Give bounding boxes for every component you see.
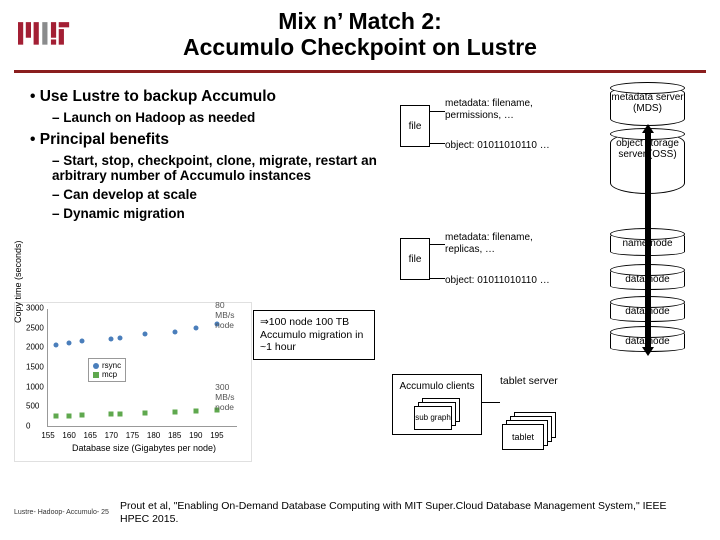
file-box-hadoop: file <box>400 238 430 280</box>
file-box-lustre: file <box>400 105 430 147</box>
tablet-stack: tablet <box>500 412 556 454</box>
lustre-object-label: object: 01011010110 … <box>445 140 585 152</box>
chart-plot-area: rsync mcp 155160165170175180185190195050… <box>47 309 237 427</box>
legend-mcp: mcp <box>102 370 117 379</box>
bullet-2a: Start, stop, checkpoint, clone, migrate,… <box>52 153 380 183</box>
cylinder-mds: metadata server (MDS) <box>610 86 685 126</box>
lustre-metadata-label: metadata: filename, permissions, … <box>445 98 563 122</box>
accumulo-clients-label: Accumulo clients <box>397 381 477 392</box>
conn-line <box>430 143 445 144</box>
accumulo-clients-box: Accumulo clients sub graph <box>392 374 482 435</box>
tablet-card: tablet <box>502 424 544 450</box>
chart-ylabel: Copy time (seconds) <box>13 240 23 323</box>
footer-slide-id: Lustre- Hadoop- Accumulo- 25 <box>14 509 109 516</box>
chart-xlabel: Database size (Gigabytes per node) <box>39 443 249 453</box>
bullet-list: Use Lustre to backup Accumulo Launch on … <box>30 82 380 225</box>
subgraph-stack: sub graph <box>414 398 460 430</box>
title-line-1: Mix n’ Match 2: <box>278 8 442 34</box>
slide-title: Mix n’ Match 2: Accumulo Checkpoint on L… <box>0 8 720 61</box>
bullet-2c: Dynamic migration <box>52 206 380 221</box>
bullet-2b: Can develop at scale <box>52 187 380 202</box>
conn-line <box>482 402 500 403</box>
title-rule <box>14 70 706 73</box>
conn-line <box>430 278 445 279</box>
legend-rsync: rsync <box>102 361 121 370</box>
footer-citation: Prout et al, "Enabling On-Demand Databas… <box>120 500 680 526</box>
subgraph-card: sub graph <box>414 406 452 430</box>
hadoop-object-label: object: 01011010110 … <box>445 275 585 287</box>
bullet-1a: Launch on Hadoop as needed <box>52 110 380 125</box>
hadoop-metadata-label: metadata: filename, replicas, … <box>445 232 563 256</box>
conn-line <box>430 111 445 112</box>
tablet-server-label: tablet server <box>500 375 558 387</box>
migration-callout: ⇒100 node 100 TB Accumulo migration in ~… <box>253 310 375 360</box>
bullet-2: Principal benefits <box>30 131 380 149</box>
bullet-1: Use Lustre to backup Accumulo <box>30 88 380 106</box>
mapping-arrow <box>642 124 654 356</box>
conn-line <box>430 244 445 245</box>
cylinder-mds-label: metadata server (MDS) <box>610 86 685 114</box>
title-line-2: Accumulo Checkpoint on Lustre <box>183 34 537 60</box>
copy-time-chart: Copy time (seconds) rsync mcp 1551601651… <box>14 302 252 462</box>
chart-legend: rsync mcp <box>88 358 126 382</box>
